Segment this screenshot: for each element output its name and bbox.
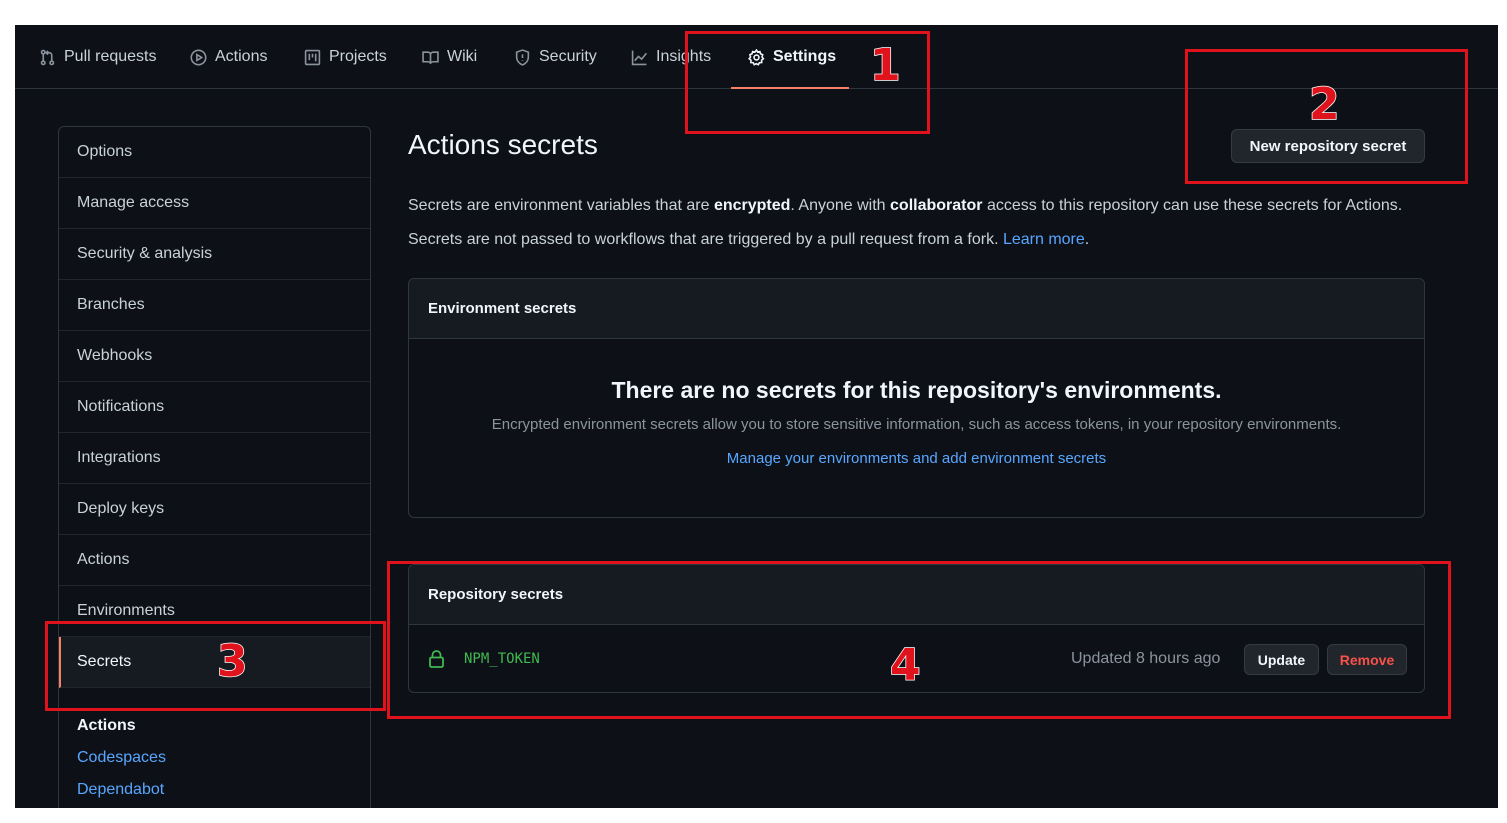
sidebar-item-label: Manage access xyxy=(77,194,190,211)
tab-wiki[interactable]: Wiki xyxy=(422,25,477,89)
environment-secrets-heading: Environment secrets xyxy=(409,279,1424,339)
tab-label: Security xyxy=(539,48,597,65)
annotation-number: 3 xyxy=(216,635,248,688)
annotation-number: 2 xyxy=(1308,78,1340,131)
sidebar-subsection-title: Actions xyxy=(77,717,136,734)
desc-text: . Anyone with xyxy=(790,197,891,214)
tab-pull-requests[interactable]: Pull requests xyxy=(39,25,157,89)
annotation-box-secrets-item xyxy=(45,621,386,711)
manage-environments-link[interactable]: Manage your environments and add environ… xyxy=(727,450,1106,467)
tab-label: Pull requests xyxy=(64,48,157,65)
sidebar-item-integrations[interactable]: Integrations xyxy=(59,433,370,484)
blankslate-description: Encrypted environment secrets allow you … xyxy=(491,416,1342,433)
sidebar-item-options[interactable]: Options xyxy=(59,127,370,178)
book-icon xyxy=(422,50,439,64)
sidebar-item-webhooks[interactable]: Webhooks xyxy=(59,331,370,382)
project-board-icon xyxy=(304,49,321,65)
sidebar-link-dependabot[interactable]: Dependabot xyxy=(77,781,164,799)
learn-more-link[interactable]: Learn more xyxy=(1003,231,1085,248)
sidebar-item-label: Actions xyxy=(77,551,130,568)
tab-label: Projects xyxy=(329,48,387,65)
sidebar-item-deploy-keys[interactable]: Deploy keys xyxy=(59,484,370,535)
secrets-description: Secrets are environment variables that a… xyxy=(408,197,1402,215)
graph-icon xyxy=(631,50,648,65)
shield-icon xyxy=(515,48,530,66)
desc-text: Secrets are not passed to workflows that… xyxy=(408,231,1003,248)
sidebar-item-manage-access[interactable]: Manage access xyxy=(59,178,370,229)
sidebar-item-security-analysis[interactable]: Security & analysis xyxy=(59,229,370,280)
blankslate-title: There are no secrets for this repository… xyxy=(611,377,1222,403)
sidebar-item-actions[interactable]: Actions xyxy=(59,535,370,586)
sidebar-item-label: Branches xyxy=(77,296,145,313)
annotation-number: 4 xyxy=(889,639,921,692)
sidebar-item-label: Deploy keys xyxy=(77,500,165,517)
tab-label: Actions xyxy=(215,48,268,65)
sidebar-item-label: Environments xyxy=(77,602,175,619)
sidebar-item-label: Notifications xyxy=(77,398,165,415)
fork-note: Secrets are not passed to workflows that… xyxy=(408,231,1089,249)
desc-text: . xyxy=(1084,231,1090,248)
sidebar-item-label: Integrations xyxy=(77,449,161,466)
tab-label: Wiki xyxy=(447,48,478,65)
desc-text: access to this repository can use these … xyxy=(982,197,1403,214)
desc-bold-encrypted: encrypted xyxy=(713,197,791,214)
sidebar-item-branches[interactable]: Branches xyxy=(59,280,370,331)
page-title: Actions secrets xyxy=(408,129,598,160)
sidebar-item-notifications[interactable]: Notifications xyxy=(59,382,370,433)
sidebar-item-label: Options xyxy=(77,143,133,160)
environment-secrets-box: Environment secrets There are no secrets… xyxy=(408,278,1425,518)
sidebar-item-label: Security & analysis xyxy=(77,245,213,262)
sidebar-item-label: Webhooks xyxy=(77,347,153,364)
annotation-number: 1 xyxy=(869,39,901,92)
play-icon xyxy=(190,48,207,66)
tab-security[interactable]: Security xyxy=(514,25,597,89)
sidebar-link-codespaces[interactable]: Codespaces xyxy=(77,749,166,767)
pull-request-icon xyxy=(40,49,55,65)
tab-projects[interactable]: Projects xyxy=(304,25,387,89)
desc-bold-collaborator: collaborator xyxy=(890,197,983,214)
tab-actions[interactable]: Actions xyxy=(190,25,267,89)
desc-text: Secrets are environment variables that a… xyxy=(408,197,714,214)
